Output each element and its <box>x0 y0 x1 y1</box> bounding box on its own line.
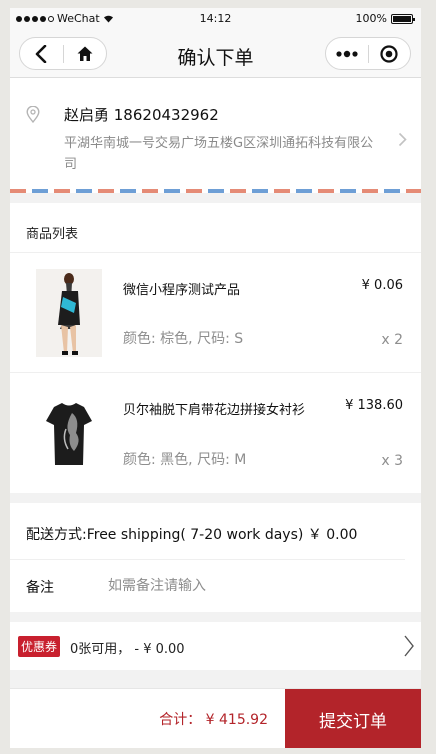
chevron-right-icon <box>398 132 407 147</box>
product-price: ¥ 0.06 <box>361 278 403 293</box>
location-pin-icon <box>26 106 40 123</box>
address-card[interactable]: 赵启勇 18620432962 平湖华南城一号交易广场五楼G区深圳通拓科技有限公… <box>10 78 421 193</box>
close-miniprogram-button[interactable] <box>369 38 411 69</box>
coupon-row[interactable]: 优惠券 0张可用， - ¥ 0.00 <box>10 622 421 670</box>
recipient-name-phone: 赵启勇 18620432962 <box>64 106 219 124</box>
order-total: 合计： ¥ 415.92 <box>159 712 268 728</box>
product-price: ¥ 138.60 <box>345 398 403 413</box>
product-image-dress <box>36 269 102 357</box>
product-image-tshirt <box>36 389 102 477</box>
goods-list-header: 商品列表 <box>10 203 421 253</box>
checkout-bar: 合计： ¥ 415.92 提交订单 <box>10 688 421 748</box>
battery-icon <box>391 13 415 24</box>
goods-list: 商品列表 微信小程序测试产品 ¥ 0.06 颜色: 棕色, 尺码: S x 2 <box>10 203 421 493</box>
address-detail: 平湖华南城一号交易广场五楼G区深圳通拓科技有限公司 <box>64 136 374 172</box>
address-envelope-stripe <box>10 189 421 193</box>
product-quantity: x 3 <box>381 453 403 469</box>
product-name: 贝尔袖脱下肩带花边拼接女衬衫 <box>123 403 306 418</box>
app-frame: WeChat 14:12 100% 确认下单 赵启勇 18620432962 平… <box>10 8 421 748</box>
target-close-icon <box>380 44 398 63</box>
chevron-right-icon <box>404 635 414 657</box>
goods-item[interactable]: 贝尔袖脱下肩带花边拼接女衬衫 ¥ 138.60 颜色: 黑色, 尺码: M x … <box>10 373 421 493</box>
remark-row: 备注 <box>10 560 421 612</box>
product-spec: 颜色: 黑色, 尺码: M <box>123 452 247 468</box>
submit-order-button[interactable]: 提交订单 <box>285 689 421 748</box>
status-bar: WeChat 14:12 100% <box>10 8 421 30</box>
more-button[interactable] <box>326 38 368 69</box>
more-dots-icon <box>336 50 358 57</box>
shipping-section: 配送方式:Free shipping( 7-20 work days) ￥ 0.… <box>10 503 421 612</box>
shipping-method[interactable]: 配送方式:Free shipping( 7-20 work days) ￥ 0.… <box>10 503 405 560</box>
battery-status: 100% <box>355 12 415 25</box>
goods-item[interactable]: 微信小程序测试产品 ¥ 0.06 颜色: 棕色, 尺码: S x 2 <box>10 253 421 373</box>
product-spec: 颜色: 棕色, 尺码: S <box>123 331 244 347</box>
product-quantity: x 2 <box>381 332 403 348</box>
coupon-summary: 0张可用， - ¥ 0.00 <box>70 642 185 657</box>
battery-label: 100% <box>355 12 387 25</box>
nav-bar: 确认下单 <box>10 30 421 78</box>
coupon-badge: 优惠券 <box>18 636 61 657</box>
remark-label: 备注 <box>26 580 54 596</box>
remark-input[interactable] <box>108 571 388 601</box>
nav-capsule-right <box>325 37 411 70</box>
product-name: 微信小程序测试产品 <box>123 283 241 298</box>
